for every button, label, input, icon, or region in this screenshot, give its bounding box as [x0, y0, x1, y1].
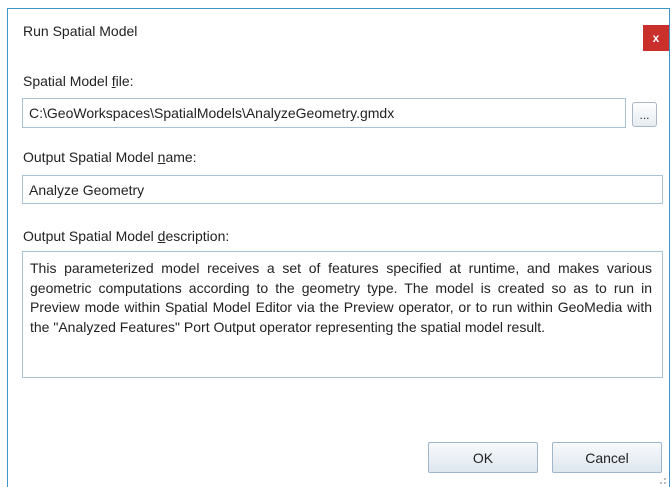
cancel-button[interactable]: Cancel [552, 442, 662, 473]
ok-button[interactable]: OK [428, 442, 538, 473]
model-file-input[interactable]: C:\GeoWorkspaces\SpatialModels\AnalyzeGe… [22, 98, 626, 128]
close-icon: x [652, 31, 660, 45]
run-spatial-model-dialog: Run Spatial Model x Spatial Model file: … [7, 8, 670, 487]
resize-grip-icon[interactable] [657, 475, 667, 485]
browse-button[interactable]: ... [632, 102, 657, 127]
output-description-label: Output Spatial Model description: [23, 228, 230, 244]
close-button[interactable]: x [643, 25, 669, 51]
output-name-label: Output Spatial Model name: [23, 149, 197, 165]
model-file-label: Spatial Model file: [23, 73, 134, 89]
title-bar[interactable]: Run Spatial Model x [8, 9, 669, 51]
output-description-textarea[interactable]: This parameterized model receives a set … [22, 251, 663, 378]
dialog-title: Run Spatial Model [23, 23, 138, 39]
output-name-input[interactable]: Analyze Geometry [22, 175, 663, 204]
